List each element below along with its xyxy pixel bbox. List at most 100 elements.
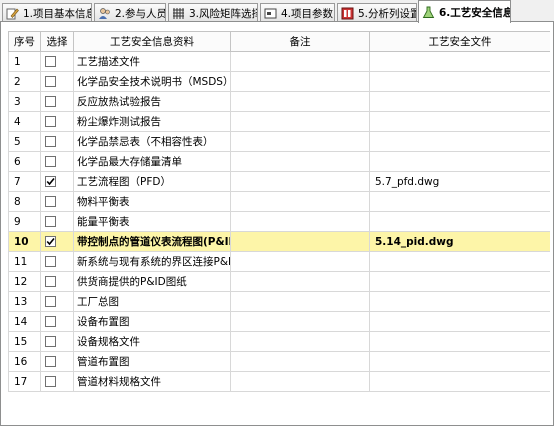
select-checkbox[interactable] — [45, 116, 56, 127]
row-psi-item-cell[interactable]: 化学品禁忌表（不相容性表） — [73, 131, 231, 152]
row-psi-file-cell[interactable] — [369, 351, 550, 372]
row-psi-file-cell[interactable] — [369, 291, 550, 312]
row-psi-file-cell[interactable] — [369, 91, 550, 112]
select-checkbox[interactable] — [45, 176, 56, 187]
table-row[interactable]: 5 化学品禁忌表（不相容性表） — [8, 131, 550, 152]
row-psi-item-cell[interactable]: 设备规格文件 — [73, 331, 231, 352]
row-psi-file-cell[interactable] — [369, 371, 550, 392]
row-note-cell[interactable] — [230, 371, 370, 392]
row-note-cell[interactable] — [230, 231, 370, 252]
tab-project-params[interactable]: 4.项目参数 — [260, 3, 335, 22]
row-psi-item-cell[interactable]: 设备布置图 — [73, 311, 231, 332]
tab-process-safety-info[interactable]: 6.工艺安全信息 — [418, 0, 511, 23]
header-note[interactable]: 备注 — [230, 31, 370, 52]
row-note-cell[interactable] — [230, 151, 370, 172]
tab-analysis-columns[interactable]: 5.分析列设置 — [337, 3, 417, 22]
table-row[interactable]: 7 工艺流程图（PFD） 5.7_pfd.dwg — [8, 171, 550, 192]
row-psi-file-cell[interactable]: 5.7_pfd.dwg — [369, 171, 550, 192]
row-psi-item-cell[interactable]: 化学品安全技术说明书（MSDS） — [73, 71, 231, 92]
tab-label: 2.参与人员 — [115, 7, 166, 20]
row-psi-file-cell[interactable] — [369, 71, 550, 92]
table-row[interactable]: 2 化学品安全技术说明书（MSDS） — [8, 71, 550, 92]
row-note-cell[interactable] — [230, 171, 370, 192]
table-row[interactable]: 8 物料平衡表 — [8, 191, 550, 212]
row-psi-file-cell[interactable] — [369, 271, 550, 292]
select-checkbox[interactable] — [45, 56, 56, 67]
row-note-cell[interactable] — [230, 291, 370, 312]
row-psi-file-cell[interactable] — [369, 331, 550, 352]
header-psi-file[interactable]: 工艺安全文件 — [369, 31, 550, 52]
table-row[interactable]: 1 工艺描述文件 — [8, 51, 550, 72]
row-psi-file-cell[interactable] — [369, 151, 550, 172]
tab-risk-matrix[interactable]: 3.风险矩阵选择 — [168, 3, 258, 22]
row-psi-item-cell[interactable]: 能量平衡表 — [73, 211, 231, 232]
row-psi-item-cell[interactable]: 新系统与现有系统的界区连接P&IDs — [73, 251, 231, 272]
tab-project-info[interactable]: 1.项目基本信息 — [2, 3, 92, 22]
table-row[interactable]: 6 化学品最大存储量清单 — [8, 151, 550, 172]
row-seq-cell: 17 — [8, 371, 41, 392]
select-checkbox[interactable] — [45, 336, 56, 347]
row-select-cell — [40, 131, 74, 152]
table-row[interactable]: 13 工厂总图 — [8, 291, 550, 312]
row-note-cell[interactable] — [230, 311, 370, 332]
row-psi-item-cell[interactable]: 物料平衡表 — [73, 191, 231, 212]
row-psi-file-cell[interactable] — [369, 191, 550, 212]
tab-panel: 序号 选择 工艺安全信息资料 备注 工艺安全文件 1 工艺描述文件 2 化学品安全技术… — [0, 21, 554, 426]
row-psi-file-cell[interactable] — [369, 111, 550, 132]
select-checkbox[interactable] — [45, 136, 56, 147]
header-seq[interactable]: 序号 — [8, 31, 41, 52]
row-psi-item-cell[interactable]: 反应放热试验报告 — [73, 91, 231, 112]
select-checkbox[interactable] — [45, 196, 56, 207]
row-note-cell[interactable] — [230, 271, 370, 292]
row-note-cell[interactable] — [230, 111, 370, 132]
table-row[interactable]: 15 设备规格文件 — [8, 331, 550, 352]
table-row[interactable]: 4 粉尘爆炸测试报告 — [8, 111, 550, 132]
table-row[interactable]: 3 反应放热试验报告 — [8, 91, 550, 112]
select-checkbox[interactable] — [45, 156, 56, 167]
row-psi-file-cell[interactable] — [369, 211, 550, 232]
select-checkbox[interactable] — [45, 236, 56, 247]
select-checkbox[interactable] — [45, 316, 56, 327]
row-psi-item-cell[interactable]: 管道布置图 — [73, 351, 231, 372]
row-psi-item-cell[interactable]: 工艺描述文件 — [73, 51, 231, 72]
row-psi-file-cell[interactable]: 5.14_pid.dwg — [369, 231, 550, 252]
table-row[interactable]: 17 管道材料规格文件 — [8, 371, 550, 392]
row-psi-item-cell[interactable]: 管道材料规格文件 — [73, 371, 231, 392]
header-psi-item[interactable]: 工艺安全信息资料 — [73, 31, 231, 52]
select-checkbox[interactable] — [45, 356, 56, 367]
row-note-cell[interactable] — [230, 211, 370, 232]
select-checkbox[interactable] — [45, 376, 56, 387]
row-psi-item-cell[interactable]: 带控制点的管道仪表流程图(P&IDs) — [73, 231, 231, 252]
table-row[interactable]: 16 管道布置图 — [8, 351, 550, 372]
row-psi-file-cell[interactable] — [369, 251, 550, 272]
select-checkbox[interactable] — [45, 276, 56, 287]
table-row[interactable]: 14 设备布置图 — [8, 311, 550, 332]
row-psi-item-cell[interactable]: 工厂总图 — [73, 291, 231, 312]
select-checkbox[interactable] — [45, 96, 56, 107]
table-row[interactable]: 11 新系统与现有系统的界区连接P&IDs — [8, 251, 550, 272]
table-row[interactable]: 9 能量平衡表 — [8, 211, 550, 232]
row-note-cell[interactable] — [230, 331, 370, 352]
row-psi-item-cell[interactable]: 工艺流程图（PFD） — [73, 171, 231, 192]
row-psi-file-cell[interactable] — [369, 131, 550, 152]
row-psi-item-cell[interactable]: 供货商提供的P&ID图纸 — [73, 271, 231, 292]
row-note-cell[interactable] — [230, 251, 370, 272]
table-row[interactable]: 10 带控制点的管道仪表流程图(P&IDs) 5.14_pid.dwg — [8, 231, 550, 252]
row-psi-item-cell[interactable]: 粉尘爆炸测试报告 — [73, 111, 231, 132]
select-checkbox[interactable] — [45, 296, 56, 307]
row-note-cell[interactable] — [230, 51, 370, 72]
row-note-cell[interactable] — [230, 71, 370, 92]
select-checkbox[interactable] — [45, 76, 56, 87]
table-row[interactable]: 12 供货商提供的P&ID图纸 — [8, 271, 550, 292]
row-note-cell[interactable] — [230, 351, 370, 372]
row-psi-file-cell[interactable] — [369, 51, 550, 72]
select-checkbox[interactable] — [45, 256, 56, 267]
row-note-cell[interactable] — [230, 191, 370, 212]
select-checkbox[interactable] — [45, 216, 56, 227]
row-note-cell[interactable] — [230, 91, 370, 112]
tab-participants[interactable]: 2.参与人员 — [94, 3, 166, 22]
row-psi-item-cell[interactable]: 化学品最大存储量清单 — [73, 151, 231, 172]
header-select[interactable]: 选择 — [40, 31, 74, 52]
row-psi-file-cell[interactable] — [369, 311, 550, 332]
row-note-cell[interactable] — [230, 131, 370, 152]
